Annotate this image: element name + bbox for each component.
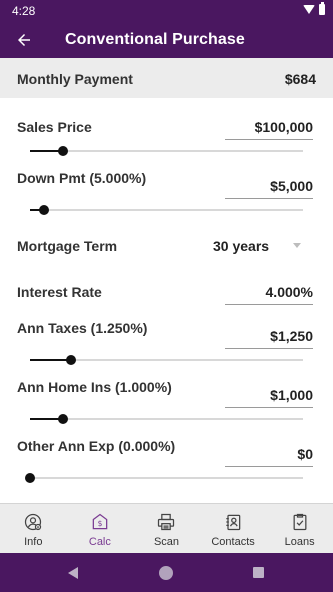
- slider-thumb[interactable]: [65, 355, 76, 365]
- down-pmt-slider[interactable]: [17, 203, 303, 217]
- down-pmt-field[interactable]: $5,000: [225, 178, 313, 199]
- other-exp-label: Other Ann Exp (0.000%): [17, 438, 176, 454]
- home-ins-label: Ann Home Ins (1.000%): [17, 379, 172, 395]
- status-time: 4:28: [12, 4, 36, 18]
- bottom-tab-bar: Info $ Calc Scan Contacts Loans: [0, 503, 333, 553]
- battery-icon: [319, 2, 325, 15]
- slider-thumb[interactable]: [57, 414, 68, 424]
- chevron-down-icon[interactable]: [293, 243, 301, 248]
- monthly-payment-value: $684: [284, 71, 316, 87]
- slider-thumb[interactable]: [38, 205, 49, 215]
- tab-scan[interactable]: Scan: [133, 504, 200, 553]
- tab-label: Calc: [88, 536, 111, 548]
- sales-price-field[interactable]: $100,000: [225, 119, 313, 140]
- tab-calc[interactable]: $ Calc: [67, 504, 134, 553]
- other-exp-field[interactable]: $0: [225, 446, 313, 467]
- sales-price-label: Sales Price: [17, 119, 92, 135]
- tab-info[interactable]: Info: [0, 504, 67, 553]
- ann-taxes-label: Ann Taxes (1.250%): [17, 320, 148, 336]
- monthly-payment-row: Monthly Payment $684: [0, 58, 333, 98]
- slider-thumb[interactable]: [25, 473, 35, 483]
- tab-loans[interactable]: Loans: [266, 504, 333, 553]
- tab-label: Contacts: [211, 536, 255, 548]
- interest-rate-label: Interest Rate: [17, 284, 102, 300]
- ann-taxes-field[interactable]: $1,250: [225, 328, 313, 349]
- tab-label: Scan: [153, 536, 180, 548]
- contacts-icon: [226, 514, 241, 531]
- app-bar: Conventional Purchase: [0, 22, 333, 58]
- mortgage-term-select[interactable]: 30 years: [213, 238, 269, 254]
- tab-label: Info: [24, 536, 43, 548]
- svg-text:$: $: [98, 519, 103, 528]
- slider-thumb[interactable]: [57, 146, 68, 156]
- interest-rate-field[interactable]: 4.000%: [225, 284, 313, 305]
- other-exp-slider[interactable]: [17, 471, 303, 485]
- nav-home-icon[interactable]: [159, 566, 173, 580]
- printer-icon: [158, 513, 175, 531]
- monthly-payment-label: Monthly Payment: [17, 71, 133, 87]
- mortgage-term-label: Mortgage Term: [17, 238, 118, 254]
- system-nav-bar: [0, 553, 333, 592]
- tab-label: Loans: [284, 536, 315, 548]
- clipboard-check-icon: [293, 513, 307, 531]
- down-pmt-label: Down Pmt (5.000%): [17, 170, 147, 186]
- info-person-icon: [25, 513, 42, 531]
- sales-price-slider[interactable]: [17, 144, 303, 158]
- nav-recents-icon[interactable]: [253, 567, 264, 578]
- wifi-icon: [303, 5, 315, 14]
- ann-taxes-slider[interactable]: [17, 353, 303, 367]
- home-ins-field[interactable]: $1,000: [225, 387, 313, 408]
- page-title: Conventional Purchase: [65, 31, 245, 48]
- status-icons: [303, 2, 325, 15]
- calculator-icon: $: [92, 513, 108, 530]
- status-bar: 4:28: [0, 0, 333, 22]
- arrow-left-icon: [18, 34, 30, 46]
- back-button[interactable]: [10, 28, 38, 52]
- nav-back-icon[interactable]: [68, 567, 78, 579]
- home-ins-slider[interactable]: [17, 412, 303, 426]
- tab-contacts[interactable]: Contacts: [200, 504, 267, 553]
